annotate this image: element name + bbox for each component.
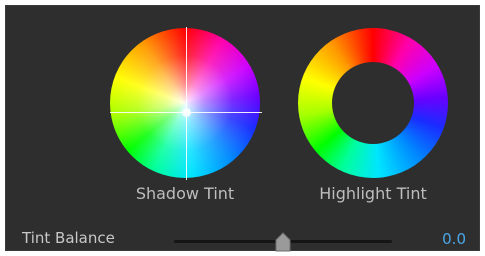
- highlight-tint-label: Highlight Tint: [319, 184, 427, 203]
- crosshair-icon[interactable]: [182, 108, 191, 117]
- shadow-tint-label: Shadow Tint: [135, 184, 235, 203]
- tint-balance-value[interactable]: 0.0: [426, 230, 466, 248]
- color-tint-panel: Shadow Tint Highlight Tint Tint Balance …: [5, 5, 480, 252]
- crosshair-vertical-line: [186, 27, 187, 180]
- highlight-tint-wheel[interactable]: [298, 28, 448, 178]
- highlight-wheel-center: [332, 62, 414, 144]
- shadow-tint-wheel[interactable]: [110, 28, 260, 178]
- tint-balance-label: Tint Balance: [22, 229, 115, 247]
- slider-thumb-icon[interactable]: [275, 232, 291, 252]
